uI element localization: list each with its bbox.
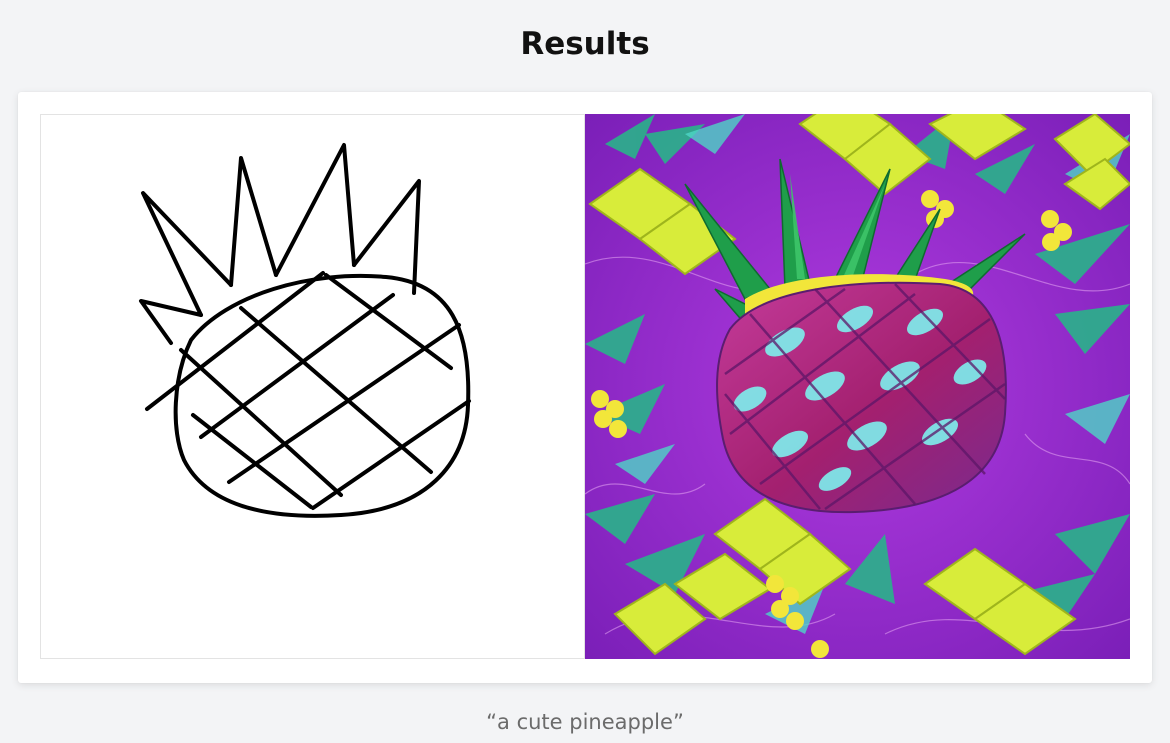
pineapple-sketch-drawing [139,143,471,518]
page-title: Results [520,26,650,62]
sketch-image[interactable] [40,114,585,659]
prompt-caption: “a cute pineapple” [486,710,684,734]
results-card [18,92,1152,683]
generated-image[interactable] [585,114,1130,659]
generated-pineapple-art [585,114,1130,659]
